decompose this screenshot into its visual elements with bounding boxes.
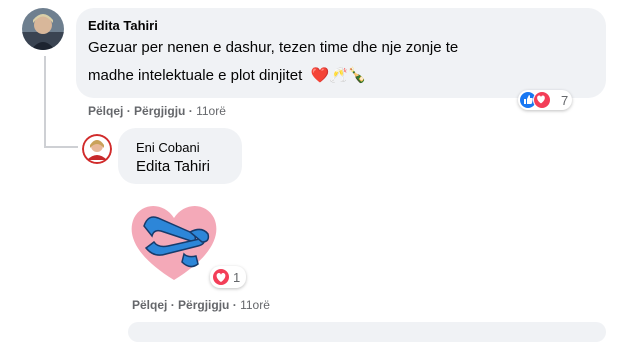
thread-line-branch (44, 146, 78, 148)
comment-text-line-1: Gezuar per nenen e dashur, tezen time dh… (88, 39, 459, 56)
love-reaction-icon (213, 269, 229, 285)
reaction-summary[interactable]: 7 (518, 90, 573, 110)
avatar-edita-tahiri[interactable] (22, 8, 64, 50)
reply-mention[interactable]: Edita Tahiri (136, 158, 210, 175)
comment-actions: Pëlqej · Përgjigju · 11orë (88, 104, 226, 118)
thread-line-vertical (44, 56, 46, 148)
comment-emojis: ❤️🥂🍾 (310, 67, 367, 84)
comment-author[interactable]: Edita Tahiri (88, 18, 158, 33)
timestamp[interactable]: 11orë (196, 104, 226, 118)
next-comment-bubble (128, 322, 606, 342)
timestamp[interactable]: 11orë (240, 298, 270, 312)
separator-dot: · (188, 104, 197, 118)
sticker-reaction-summary[interactable]: 1 (210, 266, 247, 288)
avatar-photo (22, 8, 64, 50)
avatar-eni-cobani[interactable] (82, 134, 112, 164)
comment-text-line-2: madhe intelektuale e plot dinjitet ❤️🥂🍾 (88, 66, 367, 86)
like-action[interactable]: Pëlqej (132, 298, 167, 312)
comment-text: madhe intelektuale e plot dinjitet (88, 67, 303, 84)
reply-action[interactable]: Përgjigju (134, 104, 185, 118)
like-action[interactable]: Pëlqej (88, 104, 123, 118)
reply-action[interactable]: Përgjigju (178, 298, 229, 312)
heart-hug-sticker (124, 196, 224, 284)
separator-dot: · (170, 298, 179, 312)
reply-bubble (118, 128, 242, 184)
separator-dot: · (126, 104, 135, 118)
reaction-count: 7 (561, 92, 569, 108)
love-reaction-icon (533, 91, 551, 109)
reply-author[interactable]: Eni Cobani (136, 140, 200, 155)
separator-dot: · (232, 298, 241, 312)
reply-actions: Pëlqej · Përgjigju · 11orë (132, 298, 270, 312)
reaction-count: 1 (233, 269, 241, 285)
avatar-photo (82, 134, 112, 164)
